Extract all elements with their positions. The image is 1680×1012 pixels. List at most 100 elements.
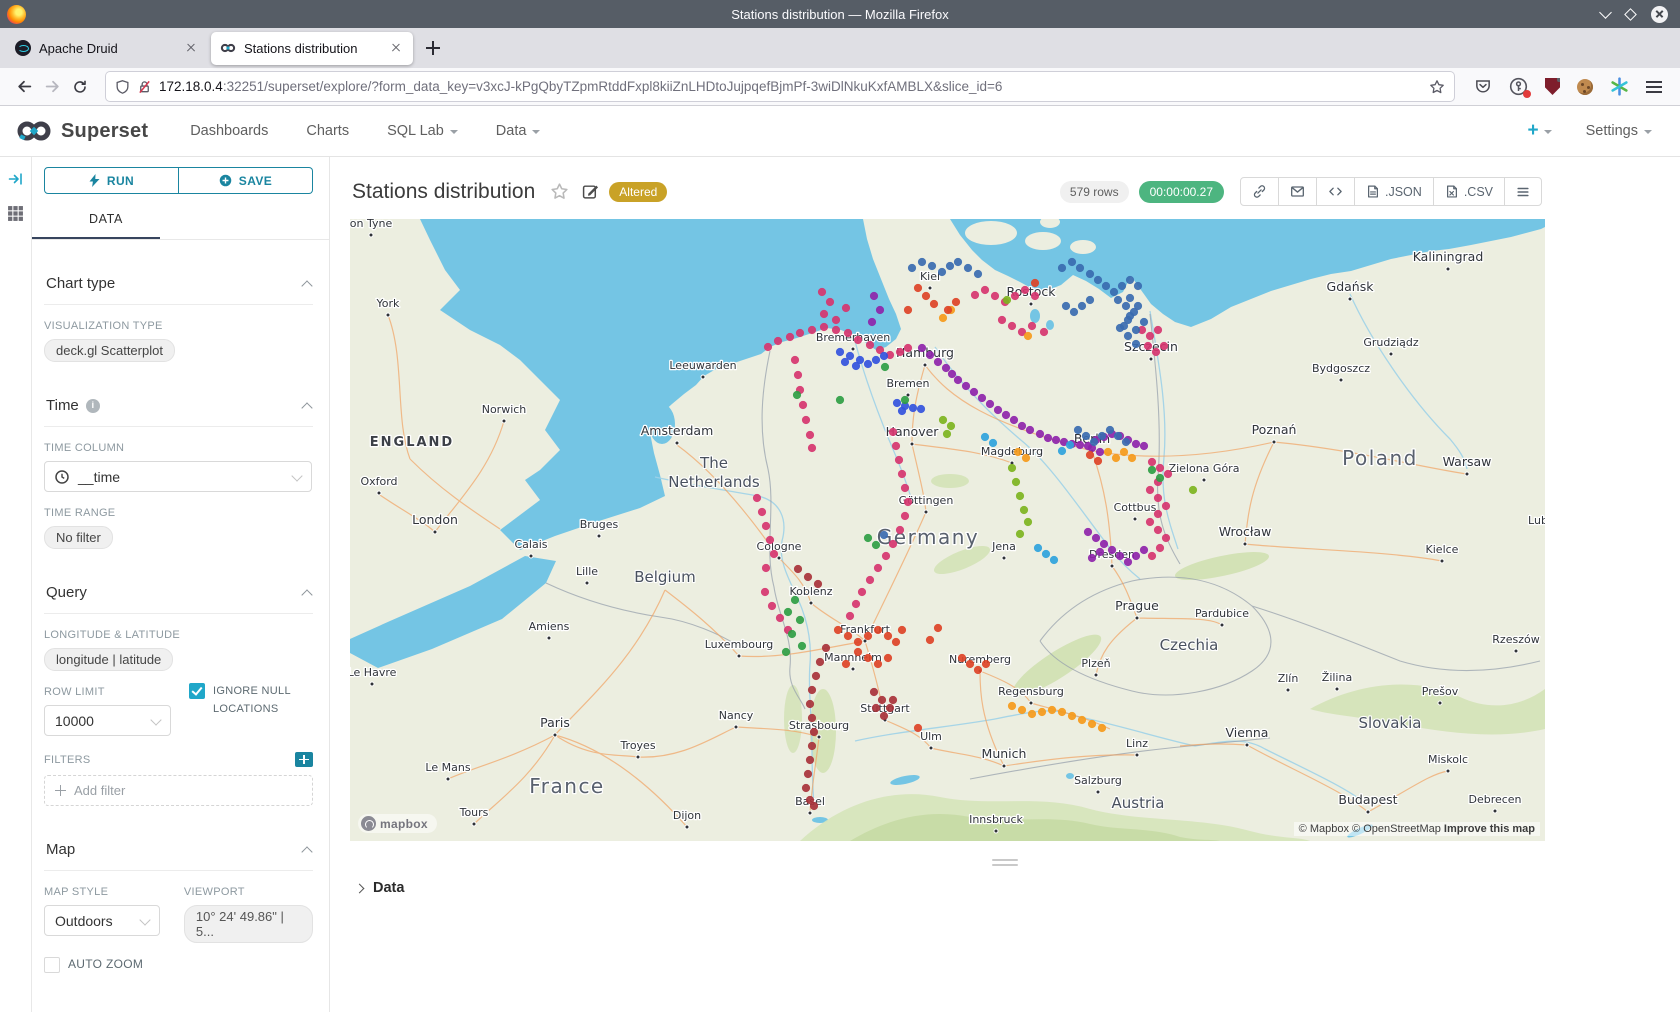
lonlat-label: LONGITUDE & LATITUDE: [44, 629, 313, 641]
svg-text:Zlín: Zlín: [1278, 672, 1299, 685]
section-point-size[interactable]: Point Size: [44, 1004, 313, 1012]
nav-charts[interactable]: Charts: [306, 123, 349, 139]
svg-text:The: The: [699, 454, 728, 472]
tab-close-icon[interactable]: [388, 40, 404, 56]
section-map[interactable]: Map: [44, 830, 313, 871]
collapse-panel-icon[interactable]: [8, 171, 24, 187]
attribution-mapbox[interactable]: © Mapbox: [1299, 823, 1349, 835]
cookie-extension-icon[interactable]: [1577, 79, 1593, 95]
svg-text:Vienna: Vienna: [1226, 725, 1269, 740]
save-button[interactable]: SAVE: [179, 167, 313, 194]
viz-type-pill[interactable]: deck.gl Scatterplot: [44, 339, 175, 362]
settings-menu[interactable]: Settings: [1586, 123, 1652, 139]
datasource-grid-icon[interactable]: [7, 205, 24, 222]
panel-resize-handle[interactable]: [992, 859, 1018, 866]
window-title: Stations distribution — Mozilla Firefox: [0, 7, 1680, 22]
svg-text:Nancy: Nancy: [719, 709, 754, 722]
run-button[interactable]: RUN: [44, 167, 179, 194]
svg-text:Jena: Jena: [991, 540, 1016, 553]
add-filter-dropzone[interactable]: Add filter: [44, 775, 313, 806]
edit-title-icon[interactable]: [582, 183, 599, 200]
superset-header: Superset Dashboards Charts SQL Lab Data …: [0, 106, 1680, 157]
bookmark-star-icon[interactable]: [1429, 79, 1445, 95]
adblock-shield-icon[interactable]: 2: [1545, 78, 1560, 95]
section-chart-type[interactable]: Chart type: [44, 264, 313, 305]
tab-apache-druid[interactable]: Apache Druid: [6, 32, 208, 65]
row-limit-select[interactable]: 10000: [44, 705, 171, 736]
map-style-select[interactable]: Outdoors: [44, 905, 160, 936]
time-column-select[interactable]: __time: [44, 461, 312, 492]
pocket-icon[interactable]: [1474, 78, 1492, 95]
download-json-button[interactable]: .JSON: [1354, 178, 1433, 205]
window-maximize-icon[interactable]: [1624, 8, 1637, 21]
snowflake-extension-icon[interactable]: [1610, 77, 1629, 96]
chart-menu-button[interactable]: [1504, 178, 1541, 205]
chevron-up-icon: [301, 846, 312, 857]
tab-data[interactable]: DATA: [89, 212, 123, 226]
superset-logo-icon: [16, 119, 52, 143]
svg-text:Strasbourg: Strasbourg: [789, 719, 849, 732]
viewport-pill[interactable]: 10° 24' 49.86" | 5...: [184, 905, 313, 943]
ignore-null-checkbox[interactable]: [189, 683, 205, 699]
chart-actions-group: .JSON .CSV: [1240, 177, 1542, 206]
map-canvas[interactable]: on TyneYorkNorwichENGLANDOxfordLondonCal…: [350, 219, 1545, 841]
browser-titlebar: Stations distribution — Mozilla Firefox: [0, 0, 1680, 28]
embed-code-button[interactable]: [1316, 178, 1354, 205]
chart-title: Stations distribution: [352, 180, 535, 204]
copy-link-button[interactable]: [1241, 178, 1278, 205]
browser-menu-icon[interactable]: [1646, 81, 1662, 93]
attribution-osm[interactable]: © OpenStreetMap: [1352, 823, 1441, 835]
favorite-star-icon[interactable]: [550, 182, 569, 201]
lonlat-pill[interactable]: longitude | latitude: [44, 648, 173, 671]
auto-zoom-checkbox[interactable]: [44, 957, 60, 973]
add-filter-plus-button[interactable]: [295, 752, 313, 767]
password-extension-icon[interactable]: [1509, 77, 1528, 96]
section-time[interactable]: Time: [44, 386, 313, 427]
section-query[interactable]: Query: [44, 573, 313, 614]
svg-text:Paris: Paris: [540, 715, 570, 730]
email-button[interactable]: [1278, 178, 1316, 205]
data-panel-toggle[interactable]: Data: [356, 880, 1680, 896]
svg-text:Amsterdam: Amsterdam: [641, 423, 714, 438]
svg-text:Kiel: Kiel: [920, 270, 940, 283]
new-tab-button[interactable]: [420, 35, 446, 61]
browser-tabstrip: Apache Druid Stations distribution: [0, 28, 1680, 68]
nav-data[interactable]: Data: [496, 123, 541, 139]
window-close-icon[interactable]: [1651, 6, 1668, 23]
svg-text:London: London: [412, 512, 458, 527]
mapbox-logo[interactable]: mapbox: [358, 814, 437, 833]
caret-down-icon: [1544, 130, 1552, 134]
superset-brand[interactable]: Superset: [16, 119, 148, 143]
download-csv-button[interactable]: .CSV: [1433, 178, 1504, 205]
back-button[interactable]: [10, 73, 38, 101]
time-range-pill[interactable]: No filter: [44, 526, 113, 549]
window-minimize-icon[interactable]: [1599, 6, 1612, 19]
reload-button[interactable]: [66, 73, 94, 101]
attribution-improve-link[interactable]: Improve this map: [1444, 823, 1535, 835]
nav-dashboards[interactable]: Dashboards: [190, 123, 268, 139]
map-style-label: MAP STYLE: [44, 886, 160, 898]
altered-badge[interactable]: Altered: [609, 182, 667, 202]
panel-tabs: DATA: [44, 210, 313, 240]
nav-sql-lab[interactable]: SQL Lab: [387, 123, 458, 139]
tab-stations-distribution[interactable]: Stations distribution: [211, 32, 413, 65]
tracking-shield-icon[interactable]: [115, 79, 130, 95]
svg-text:Poland: Poland: [1342, 446, 1418, 470]
svg-text:Magdeburg: Magdeburg: [981, 445, 1043, 458]
toolbar-extensions: 2: [1466, 77, 1670, 96]
query-timer-badge: 00:00:00.27: [1139, 181, 1224, 203]
forward-button[interactable]: [38, 73, 66, 101]
insecure-lock-icon[interactable]: [137, 79, 152, 95]
chevron-up-icon: [301, 280, 312, 291]
druid-favicon: [15, 40, 31, 56]
viz-type-label: VISUALIZATION TYPE: [44, 320, 313, 332]
svg-text:Grudziądz: Grudziądz: [1363, 336, 1419, 349]
chevron-down-icon: [291, 470, 302, 481]
tab-close-icon[interactable]: [183, 40, 199, 56]
svg-text:Netherlands: Netherlands: [668, 473, 760, 491]
caret-down-icon: [532, 130, 540, 134]
new-item-button[interactable]: +: [1527, 120, 1551, 142]
plus-icon: [55, 785, 66, 796]
url-bar[interactable]: 172.18.0.4:32251/superset/explore/?form_…: [106, 72, 1454, 101]
svg-text:Salzburg: Salzburg: [1074, 774, 1122, 787]
